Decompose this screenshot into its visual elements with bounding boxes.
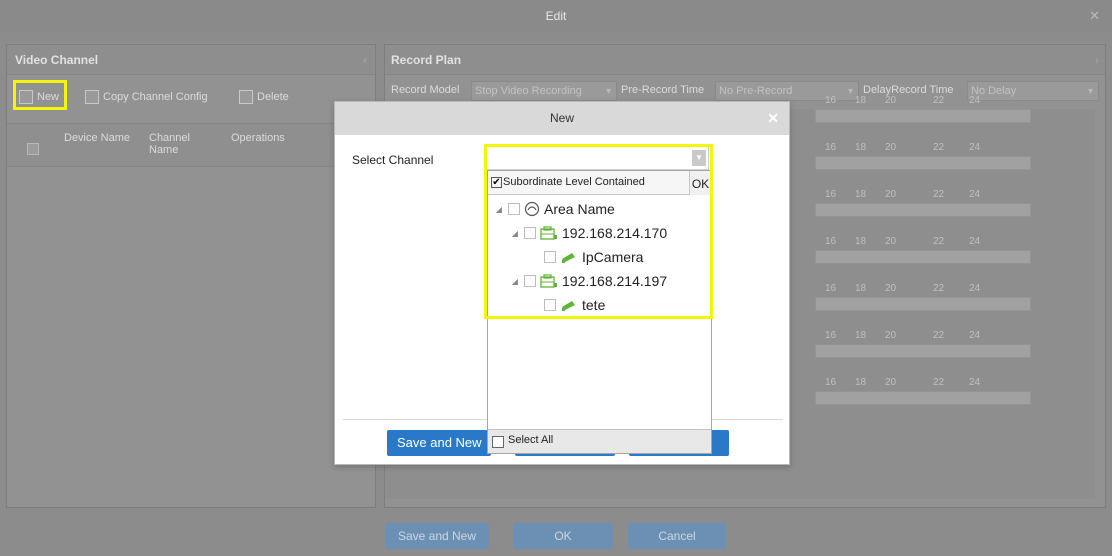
chevron-down-icon: ▼ — [604, 86, 613, 96]
hour-label: 20 — [885, 236, 897, 247]
save-and-new-button[interactable]: Save and New — [387, 430, 491, 456]
hour-label: 20 — [885, 283, 897, 294]
close-icon[interactable]: ✕ — [1089, 0, 1100, 32]
schedule-bar[interactable] — [815, 203, 1031, 217]
pre-record-value: No Pre-Record — [719, 85, 793, 97]
footer-cancel-button[interactable]: Cancel — [628, 523, 726, 549]
record-plan-title: Record Plan — [391, 53, 462, 67]
hour-label: 24 — [969, 236, 981, 247]
chevron-down-icon: ▼ — [846, 86, 855, 96]
copy-label: Copy Channel Config — [103, 91, 208, 103]
new-dialog-title: New — [549, 111, 574, 125]
hour-label: 20 — [885, 189, 897, 200]
hour-label: 22 — [933, 236, 945, 247]
schedule-bar[interactable] — [815, 156, 1031, 170]
hour-label: 24 — [969, 189, 981, 200]
hour-label: 22 — [933, 189, 945, 200]
select-all-row: Select All — [488, 429, 711, 453]
hour-label: 16 — [825, 377, 837, 388]
col-operations: Operations — [231, 132, 285, 144]
pre-record-label: Pre-Record Time — [621, 84, 705, 96]
hour-label: 24 — [969, 330, 981, 341]
hour-label: 20 — [885, 377, 897, 388]
hour-label: 18 — [855, 95, 867, 106]
close-icon[interactable]: ✕ — [767, 102, 779, 135]
hour-label: 20 — [885, 142, 897, 153]
select-channel-label: Select Channel — [352, 153, 434, 167]
hour-label: 16 — [825, 95, 837, 106]
schedule-bar[interactable] — [815, 297, 1031, 311]
select-all-checkbox[interactable] — [492, 436, 504, 448]
window-title: Edit — [545, 9, 567, 23]
hour-label: 24 — [969, 377, 981, 388]
footer-ok-button[interactable]: OK — [513, 523, 613, 549]
schedule-bar[interactable] — [815, 344, 1031, 358]
delete-button[interactable]: Delete — [239, 88, 289, 106]
delay-record-select[interactable]: No Delay ▼ — [967, 81, 1099, 101]
hour-label: 20 — [885, 330, 897, 341]
copy-icon — [85, 90, 99, 104]
new-button-highlight — [13, 80, 67, 110]
hour-label: 18 — [855, 283, 867, 294]
dropdown-highlight — [484, 144, 713, 319]
pre-record-select[interactable]: No Pre-Record ▼ — [715, 81, 859, 101]
select-all-channels-checkbox[interactable] — [27, 143, 39, 155]
delete-label: Delete — [257, 91, 289, 103]
hour-label: 24 — [969, 95, 981, 106]
chevron-down-icon: ▼ — [1086, 86, 1095, 96]
hour-label: 22 — [933, 377, 945, 388]
schedule-bar[interactable] — [815, 391, 1031, 405]
hour-label: 24 — [969, 283, 981, 294]
video-channel-title: Video Channel — [15, 53, 99, 67]
hour-label: 18 — [855, 236, 867, 247]
hour-label: 16 — [825, 283, 837, 294]
collapse-left-icon[interactable]: ‹ — [363, 45, 367, 75]
footer-save-new-button[interactable]: Save and New — [385, 523, 489, 549]
hour-label: 24 — [969, 142, 981, 153]
channel-grid-header: Device Name Channel Name Operations — [7, 123, 375, 167]
hour-label: 22 — [933, 95, 945, 106]
schedule-bar[interactable] — [815, 109, 1031, 123]
hour-label: 18 — [855, 377, 867, 388]
hour-label: 18 — [855, 330, 867, 341]
hour-label: 22 — [933, 283, 945, 294]
hour-label: 22 — [933, 330, 945, 341]
hour-label: 16 — [825, 142, 837, 153]
record-plan-header: Record Plan › — [385, 45, 1105, 75]
hour-label: 16 — [825, 236, 837, 247]
hour-label: 16 — [825, 189, 837, 200]
hour-label: 20 — [885, 95, 897, 106]
hour-label: 22 — [933, 142, 945, 153]
video-channel-panel: Video Channel ‹ New Copy Channel Config … — [6, 44, 376, 508]
hour-label: 16 — [825, 330, 837, 341]
col-device-name: Device Name — [64, 132, 131, 144]
select-all-label: Select All — [508, 434, 554, 446]
video-channel-header: Video Channel ‹ — [7, 45, 375, 75]
hour-label: 18 — [855, 142, 867, 153]
delete-icon — [239, 90, 253, 104]
copy-channel-config-button[interactable]: Copy Channel Config — [85, 88, 208, 106]
schedule-bar[interactable] — [815, 250, 1031, 264]
col-channel-name: Channel Name — [149, 132, 190, 156]
collapse-right-icon[interactable]: › — [1095, 45, 1099, 75]
window-titlebar: Edit ✕ — [0, 0, 1112, 32]
hour-label: 18 — [855, 189, 867, 200]
new-dialog-titlebar: New ✕ — [335, 102, 789, 135]
